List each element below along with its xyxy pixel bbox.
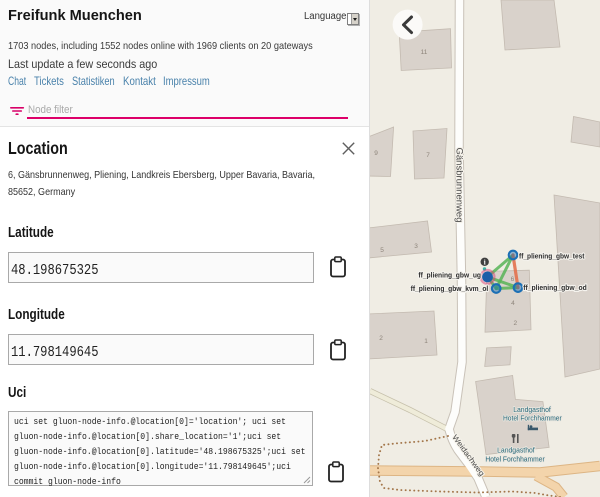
svg-text:3: 3 [414,243,418,250]
svg-text:ff_pliening_gbw_ug: ff_pliening_gbw_ug [418,271,481,280]
svg-text:4: 4 [511,300,515,307]
svg-text:ff_pliening_gbw_kvm_ol: ff_pliening_gbw_kvm_ol [411,284,489,293]
svg-text:i: i [484,258,486,266]
svg-text:Hotel Forchhammer: Hotel Forchhammer [503,413,562,422]
svg-text:7: 7 [426,152,430,159]
svg-text:1: 1 [424,338,428,345]
svg-text:11: 11 [421,49,428,56]
svg-text:9: 9 [374,150,378,157]
svg-text:Gänsbrunnenweg: Gänsbrunnenweg [455,148,465,223]
svg-text:6: 6 [511,276,515,283]
svg-text:5: 5 [380,247,384,254]
svg-text:2: 2 [513,320,517,327]
svg-text:Landgasthof: Landgasthof [497,445,535,454]
svg-text:ff_pliening_gbw_od: ff_pliening_gbw_od [523,283,586,292]
svg-text:2: 2 [379,335,383,342]
svg-text:ff_pliening_gbw_test: ff_pliening_gbw_test [519,251,585,260]
svg-text:Hotel Forchhammer: Hotel Forchhammer [485,454,545,463]
